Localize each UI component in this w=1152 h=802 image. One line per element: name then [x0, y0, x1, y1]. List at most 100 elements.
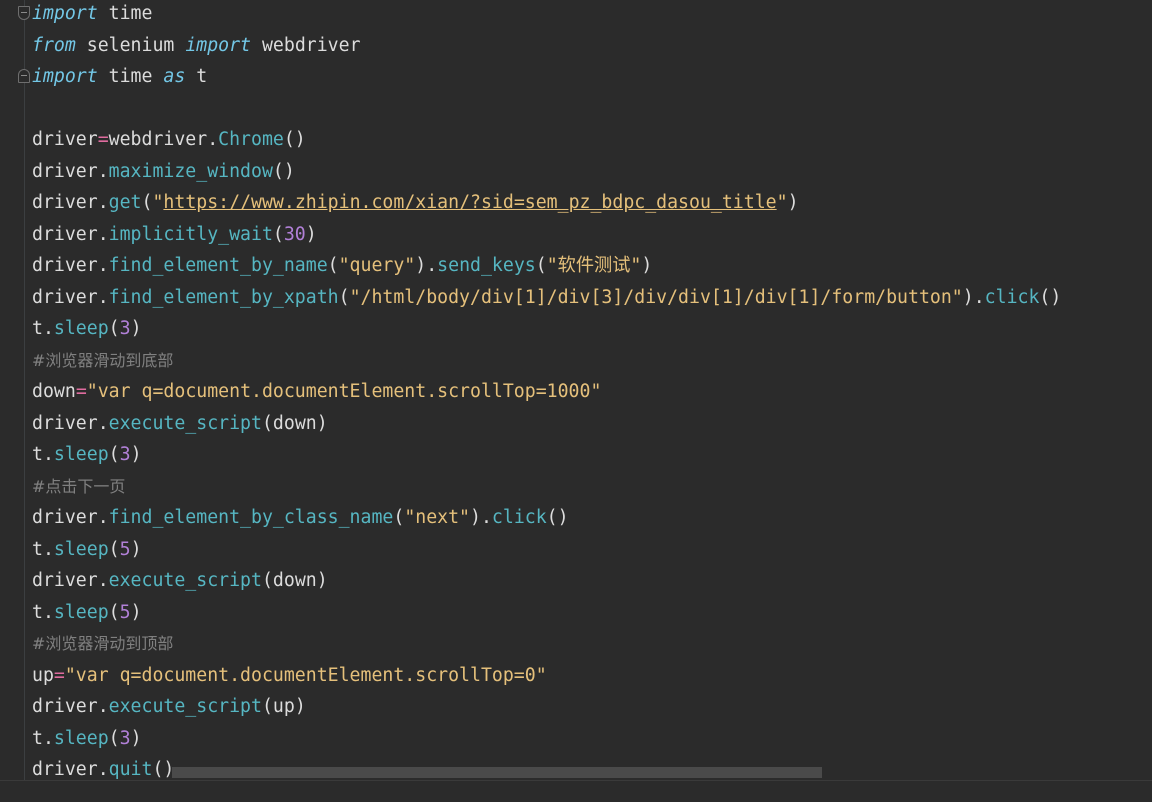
keyword: import: [32, 66, 98, 87]
code-text: (: [108, 538, 120, 560]
comment: #点击下一页: [32, 476, 126, 496]
function-name: find_element_by_name: [108, 255, 328, 276]
code-text: (: [141, 192, 153, 213]
string-literal-cjk: 软件测试: [557, 255, 631, 276]
code-text: driver: [32, 129, 98, 150]
code-text: driver.: [32, 412, 109, 434]
code-text: driver.: [32, 286, 109, 308]
code-text: ).: [962, 286, 985, 308]
string-literal: "query": [338, 255, 416, 276]
operator: =: [53, 664, 65, 686]
horizontal-scrollbar-thumb[interactable]: [172, 767, 822, 778]
number-literal: 5: [119, 601, 131, 623]
comment: #浏览器滑动到顶部: [32, 634, 174, 653]
number-literal: 5: [119, 538, 131, 560]
code-line-15: t.sleep(3): [32, 441, 1061, 473]
keyword: from: [32, 34, 76, 56]
code-line-19: driver.execute_script(down): [32, 567, 1061, 599]
code-text: t.: [32, 444, 54, 465]
code-line-7: driver.get("https://www.zhipin.com/xian/…: [32, 189, 1061, 221]
function-name: execute_script: [108, 412, 262, 434]
fold-collapse-icon[interactable]: [18, 6, 30, 20]
code-text: (: [535, 255, 547, 276]
code-line-2: from selenium import webdriver: [32, 32, 1061, 64]
string-quote: ": [776, 192, 788, 213]
code-line-3: import time as t: [32, 63, 1061, 95]
code-text: (): [546, 507, 569, 528]
function-name: maximize_window: [108, 160, 273, 182]
code-line-22: up="var q=document.documentElement.scrol…: [32, 662, 1061, 694]
function-name: quit: [108, 759, 153, 780]
code-editor[interactable]: import time from selenium import webdriv…: [0, 0, 1152, 802]
function-name: implicitly_wait: [108, 223, 273, 245]
code-text: driver.: [32, 570, 109, 591]
code-line-16: #点击下一页: [32, 473, 1061, 505]
function-name: find_element_by_class_name: [108, 507, 394, 528]
code-text: (: [338, 286, 350, 308]
function-name: sleep: [53, 538, 109, 560]
code-text: time: [97, 3, 153, 24]
code-text: ): [130, 444, 142, 465]
code-text: webdriver.: [108, 129, 219, 150]
code-text: time: [97, 66, 164, 87]
code-text: (: [108, 601, 120, 623]
code-line-17: driver.find_element_by_class_name("next"…: [32, 504, 1061, 536]
code-text: (): [1039, 286, 1062, 308]
keyword: import: [185, 34, 252, 56]
fold-end-icon[interactable]: [18, 69, 30, 83]
code-text: driver.: [32, 507, 109, 528]
code-text: t: [185, 66, 208, 87]
function-name: click: [984, 286, 1040, 308]
string-quote: ": [546, 255, 558, 276]
code-text: ): [641, 255, 653, 276]
code-area[interactable]: import time from selenium import webdriv…: [32, 0, 1061, 788]
code-line-21: #浏览器滑动到顶部: [32, 630, 1061, 662]
gutter-divider: [24, 0, 25, 780]
code-text: (): [283, 129, 306, 150]
code-text: driver.: [32, 696, 109, 717]
code-text: driver.: [32, 223, 109, 245]
code-line-10: driver.find_element_by_xpath("/html/body…: [32, 284, 1061, 316]
code-text: (: [327, 255, 339, 276]
code-line-20: t.sleep(5): [32, 599, 1061, 631]
function-name: find_element_by_xpath: [108, 286, 339, 308]
function-name: sleep: [53, 727, 109, 749]
status-bar: [0, 781, 1152, 802]
code-line-5: driver=webdriver.Chrome(): [32, 126, 1061, 158]
comment: #浏览器滑动到底部: [32, 350, 174, 370]
code-text: webdriver: [251, 34, 361, 56]
code-text: (: [108, 318, 120, 339]
code-text: t.: [32, 601, 54, 623]
string-literal: "next": [404, 507, 471, 528]
string-literal: "var q=document.documentElement.scrollTo…: [86, 381, 602, 402]
url-link[interactable]: https://www.zhipin.com/xian/?sid=sem_pz_…: [163, 192, 776, 213]
code-text: down: [32, 381, 76, 402]
code-text: (down): [261, 412, 328, 434]
code-text: t.: [32, 727, 54, 749]
string-literal: "var q=document.documentElement.scrollTo…: [64, 664, 547, 686]
function-name: Chrome: [218, 129, 284, 150]
code-line-6: driver.maximize_window(): [32, 158, 1061, 190]
string-literal: "/html/body/div[1]/div[3]/div/div[1]/div…: [349, 286, 963, 308]
code-text: ): [130, 318, 142, 339]
number-literal: 3: [119, 727, 131, 749]
code-text: (: [108, 444, 120, 465]
code-text: ).: [470, 507, 492, 528]
string-quote: ": [152, 192, 164, 213]
function-name: sleep: [53, 444, 109, 465]
code-text: t.: [32, 538, 54, 560]
code-line-11: t.sleep(3): [32, 315, 1061, 347]
code-text: up: [32, 664, 54, 686]
code-text: ): [130, 727, 142, 749]
function-name: sleep: [53, 318, 109, 339]
function-name: execute_script: [108, 570, 262, 591]
number-literal: 30: [283, 223, 306, 245]
function-name: execute_script: [108, 696, 262, 717]
function-name: send_keys: [437, 255, 536, 276]
code-text: ): [787, 192, 799, 213]
function-name: click: [491, 507, 547, 528]
code-text: (): [272, 160, 295, 182]
operator: =: [75, 381, 87, 402]
number-literal: 3: [119, 318, 131, 339]
code-text: ): [130, 601, 142, 623]
